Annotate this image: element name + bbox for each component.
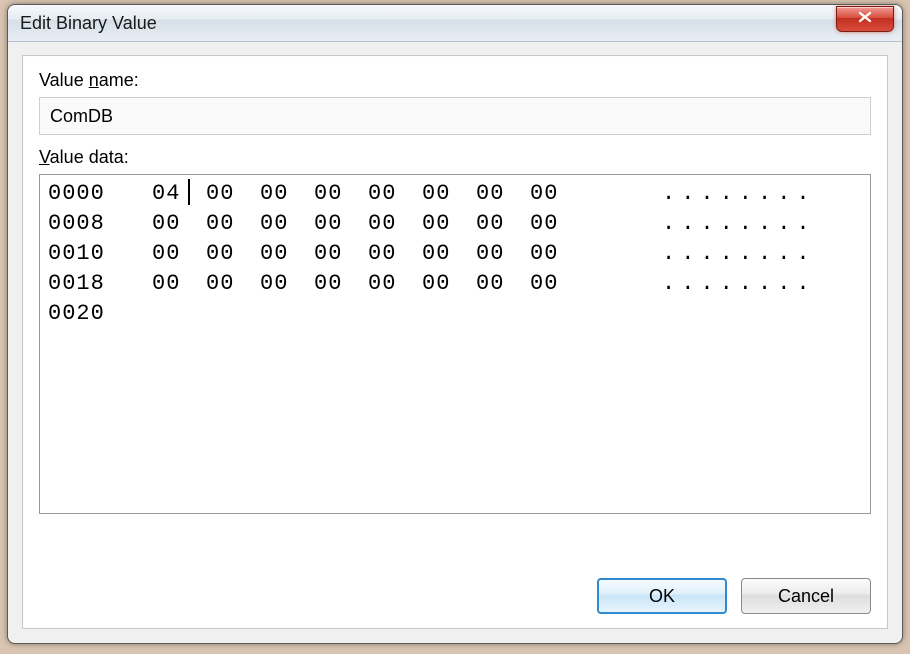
titlebar: Edit Binary Value — [8, 5, 902, 42]
window-title: Edit Binary Value — [8, 13, 836, 34]
hex-bytes: 0400000000000000 — [152, 179, 662, 209]
hex-byte[interactable]: 00 — [314, 269, 368, 299]
hex-offset: 0000 — [48, 179, 152, 209]
hex-byte[interactable]: 00 — [314, 179, 368, 209]
hex-byte[interactable]: 00 — [260, 269, 314, 299]
hex-bytes — [152, 299, 662, 329]
hex-byte[interactable]: 00 — [260, 179, 314, 209]
hex-byte[interactable]: 00 — [476, 239, 530, 269]
hex-row: 00000400000000000000........ — [48, 179, 862, 209]
hex-byte[interactable]: 00 — [314, 239, 368, 269]
hex-row: 0020 — [48, 299, 862, 329]
hex-ascii: ........ — [662, 239, 862, 269]
hex-byte[interactable]: 00 — [206, 209, 260, 239]
hex-ascii: ........ — [662, 209, 862, 239]
hex-offset: 0020 — [48, 299, 152, 329]
client-area: Value name: Value data: 0000040000000000… — [22, 55, 888, 629]
dialog-window: Edit Binary Value Value name: Value data… — [7, 4, 903, 644]
hex-byte[interactable]: 00 — [206, 179, 260, 209]
hex-bytes: 0000000000000000 — [152, 239, 662, 269]
hex-byte[interactable]: 00 — [368, 179, 422, 209]
ok-button[interactable]: OK — [597, 578, 727, 614]
hex-editor[interactable]: 00000400000000000000........000800000000… — [39, 174, 871, 514]
hex-byte[interactable]: 00 — [152, 209, 206, 239]
hex-offset: 0018 — [48, 269, 152, 299]
hex-byte[interactable]: 00 — [260, 239, 314, 269]
close-icon — [857, 10, 873, 28]
value-name-input[interactable] — [39, 97, 871, 135]
hex-byte[interactable]: 00 — [206, 239, 260, 269]
hex-byte[interactable]: 00 — [422, 239, 476, 269]
hex-bytes: 0000000000000000 — [152, 209, 662, 239]
hex-byte[interactable]: 00 — [152, 239, 206, 269]
hex-byte[interactable]: 00 — [368, 209, 422, 239]
value-data-label: Value data: — [39, 147, 871, 168]
value-name-label: Value name: — [39, 70, 871, 91]
hex-row: 00180000000000000000........ — [48, 269, 862, 299]
hex-byte[interactable]: 00 — [476, 269, 530, 299]
hex-byte[interactable]: 00 — [260, 209, 314, 239]
hex-bytes: 0000000000000000 — [152, 269, 662, 299]
hex-ascii — [662, 299, 862, 329]
hex-ascii: ........ — [662, 179, 862, 209]
hex-byte[interactable]: 00 — [422, 269, 476, 299]
hex-byte[interactable]: 04 — [152, 179, 206, 209]
hex-row: 00100000000000000000........ — [48, 239, 862, 269]
hex-byte[interactable]: 00 — [152, 269, 206, 299]
hex-byte[interactable]: 00 — [422, 209, 476, 239]
hex-byte[interactable]: 00 — [206, 269, 260, 299]
hex-byte[interactable]: 00 — [368, 239, 422, 269]
hex-byte[interactable]: 00 — [530, 239, 584, 269]
hex-row: 00080000000000000000........ — [48, 209, 862, 239]
hex-ascii: ........ — [662, 269, 862, 299]
hex-offset: 0008 — [48, 209, 152, 239]
caret — [188, 179, 190, 205]
close-button[interactable] — [836, 6, 894, 32]
cancel-button[interactable]: Cancel — [741, 578, 871, 614]
hex-byte[interactable]: 00 — [530, 209, 584, 239]
hex-byte[interactable]: 00 — [530, 179, 584, 209]
hex-byte[interactable]: 00 — [422, 179, 476, 209]
hex-offset: 0010 — [48, 239, 152, 269]
hex-byte[interactable]: 00 — [368, 269, 422, 299]
hex-byte[interactable]: 00 — [476, 209, 530, 239]
hex-byte[interactable]: 00 — [314, 209, 368, 239]
dialog-buttons: OK Cancel — [597, 578, 871, 614]
hex-byte[interactable]: 00 — [530, 269, 584, 299]
hex-byte[interactable]: 00 — [476, 179, 530, 209]
